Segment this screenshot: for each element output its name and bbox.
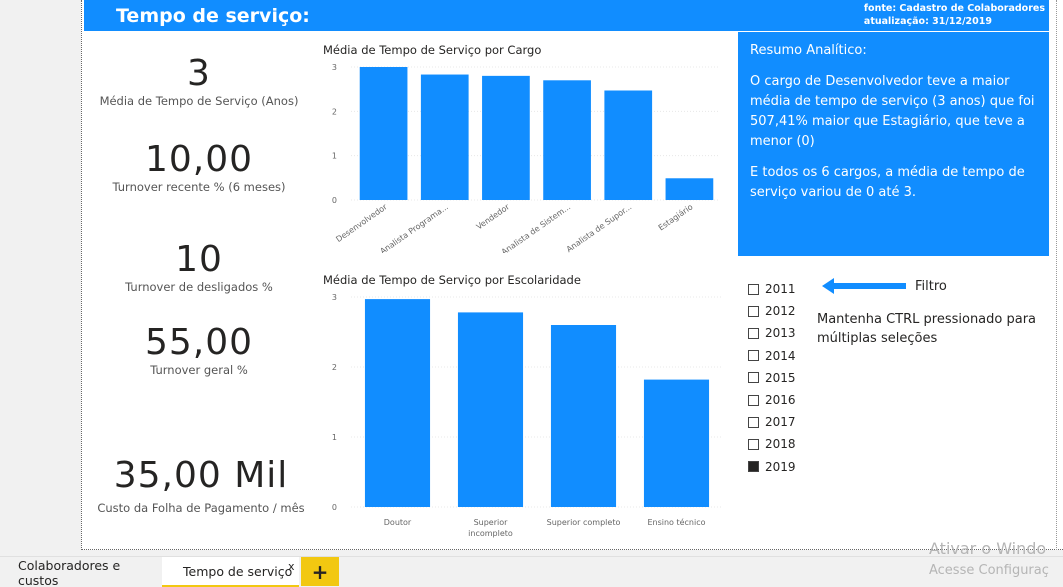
bar <box>604 90 653 200</box>
source-line: fonte: Cadastro de Colaboradores <box>863 3 1045 14</box>
y-tick-label: 3 <box>332 293 337 302</box>
watermark-line: Ativar o Windo <box>929 539 1047 558</box>
y-tick-label: 0 <box>332 196 337 205</box>
watermark-line: Acesse Configuraç <box>929 563 1049 578</box>
y-tick-label: 1 <box>332 433 337 442</box>
kpi-card-payroll-cost[interactable]: 35,00 Mil Custo da Folha de Pagamento / … <box>96 455 306 516</box>
bar <box>665 178 714 200</box>
kpi-value: 35,00 Mil <box>113 455 289 496</box>
x-tick-label: Ensino técnico <box>647 517 705 527</box>
slicer-item-2014[interactable]: 2014 <box>748 345 796 367</box>
kpi-card-general-turnover[interactable]: 55,00 Turnover geral % <box>96 322 302 378</box>
add-page-button[interactable]: + <box>301 557 339 586</box>
bar <box>420 74 469 200</box>
data-source-note: fonte: Cadastro de Colaboradores atualiz… <box>864 2 1045 28</box>
slicer-item-2011[interactable]: 2011 <box>748 278 796 300</box>
kpi-label: Turnover recente % (6 meses) <box>112 180 286 194</box>
x-tick-label: incompleto <box>468 529 513 538</box>
year-slicer[interactable]: 2011 2012 2013 2014 2015 2016 2017 2018 2019 <box>748 278 796 478</box>
tab-colaboradores-e-custos[interactable]: Colaboradores e custos <box>0 557 162 587</box>
kpi-value: 3 <box>187 53 211 94</box>
kpi-card-recent-turnover[interactable]: 10,00 Turnover recente % (6 meses) <box>96 139 302 195</box>
checkbox[interactable] <box>748 438 759 450</box>
bar <box>457 312 524 507</box>
slicer-item-2015[interactable]: 2015 <box>748 367 796 389</box>
checkbox[interactable] <box>748 394 759 406</box>
slicer-item-2018[interactable]: 2018 <box>748 433 796 455</box>
summary-paragraph: E todos os 6 cargos, a média de tempo de… <box>750 165 1025 200</box>
x-tick-label: Superior completo <box>547 518 621 527</box>
x-tick-label: Estagiário <box>657 202 695 232</box>
update-line: atualização: 31/12/2019 <box>863 16 992 27</box>
kpi-label: Turnover de desligados % <box>125 280 273 294</box>
slicer-item-2017[interactable]: 2017 <box>748 411 796 433</box>
page-tab-bar: Colaboradores e custos Tempo de serviço <box>0 556 1063 587</box>
slicer-item-label: 2015 <box>765 370 796 385</box>
x-tick-label: Vendedor <box>475 202 512 232</box>
checkbox[interactable] <box>748 350 759 362</box>
slicer-item-label: 2016 <box>765 393 796 408</box>
slicer-item-label: 2017 <box>765 415 796 430</box>
slicer-item-2016[interactable]: 2016 <box>748 389 796 411</box>
x-tick-label: Analista Programa... <box>378 202 449 253</box>
slicer-item-label: 2019 <box>765 459 796 474</box>
close-tab-icon[interactable]: x <box>288 560 295 573</box>
y-tick-label: 3 <box>332 63 337 72</box>
x-tick-label: Doutor <box>384 518 412 527</box>
slicer-item-2013[interactable]: 2013 <box>748 322 796 344</box>
page-header: Tempo de serviço: fonte: Cadastro de Col… <box>84 0 1049 31</box>
bar-chart-escolaridade[interactable]: 0 1 2 3 Doutor Superior incompleto Superior com… <box>323 288 728 546</box>
slicer-item-label: 2013 <box>765 326 796 341</box>
slicer-item-label: 2014 <box>765 348 796 363</box>
checkbox-checked[interactable] <box>748 461 759 473</box>
powerbi-canvas: Tempo de serviço: fonte: Cadastro de Col… <box>0 0 1063 587</box>
kpi-value: 10 <box>175 239 223 280</box>
y-tick-label: 0 <box>332 503 337 512</box>
checkbox[interactable] <box>748 372 759 384</box>
checkbox[interactable] <box>748 416 759 428</box>
report-border <box>1056 0 1057 550</box>
kpi-value: 10,00 <box>144 139 254 180</box>
slicer-item-2012[interactable]: 2012 <box>748 300 796 322</box>
bar <box>482 75 530 200</box>
slicer-item-label: 2018 <box>765 437 796 452</box>
kpi-card-avg-tenure[interactable]: 3 Média de Tempo de Serviço (Anos) <box>96 53 302 109</box>
kpi-label: Média de Tempo de Serviço (Anos) <box>99 94 299 108</box>
y-tick-label: 2 <box>332 363 337 372</box>
checkbox[interactable] <box>748 327 759 339</box>
y-tick-label: 2 <box>332 107 337 116</box>
multi-select-hint: Mantenha CTRL pressionado para múltiplas… <box>817 312 1037 346</box>
bar-chart-cargo[interactable]: 0 1 2 3 DesenvolvedorAnalista Programa... Ven… <box>323 58 728 253</box>
page-title: Tempo de serviço: <box>116 5 310 27</box>
slicer-item-2019[interactable]: 2019 <box>748 456 796 478</box>
slicer-item-label: 2011 <box>765 282 796 297</box>
chart-title-cargo: Média de Tempo de Serviço por Cargo <box>323 43 542 57</box>
summary-paragraph: O cargo de Desenvolvedor teve a maior mé… <box>750 74 1035 149</box>
slicer-item-label: 2012 <box>765 304 796 319</box>
filter-label: Filtro <box>915 279 947 294</box>
kpi-value: 55,00 <box>144 322 254 363</box>
x-tick-label: Desenvolvedor <box>334 202 389 244</box>
bar <box>359 67 408 200</box>
bar <box>643 379 710 507</box>
x-tick-label: Analista de Supor... <box>565 202 634 253</box>
kpi-label: Custo da Folha de Pagamento / mês <box>97 501 305 515</box>
bar <box>364 299 431 507</box>
kpi-label: Turnover geral % <box>150 363 248 377</box>
y-tick-label: 1 <box>332 152 337 161</box>
arrow-left-icon <box>822 278 906 294</box>
tab-tempo-de-servico[interactable]: Tempo de serviço <box>162 557 299 587</box>
analytic-summary-card: Resumo Analítico: O cargo de Desenvolved… <box>738 32 1049 256</box>
x-tick-label: Superior <box>474 518 509 527</box>
chart-title-escolaridade: Média de Tempo de Serviço por Escolarida… <box>323 273 581 287</box>
checkbox[interactable] <box>748 305 759 317</box>
windows-activation-watermark: Ativar o Windo Acesse Configuraç <box>929 538 1049 582</box>
bar <box>550 325 617 507</box>
kpi-card-terminated-turnover[interactable]: 10 Turnover de desligados % <box>96 239 302 295</box>
bar <box>543 80 591 200</box>
summary-title: Resumo Analítico: <box>750 43 867 58</box>
checkbox[interactable] <box>748 283 759 295</box>
